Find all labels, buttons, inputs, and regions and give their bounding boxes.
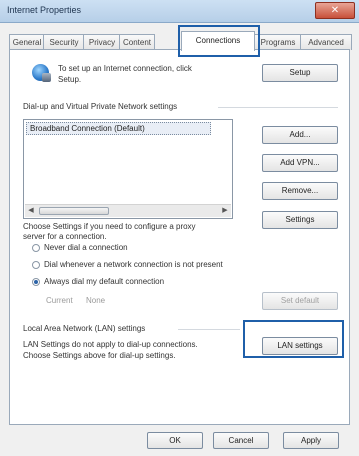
remove-button[interactable]: Remove... (262, 182, 338, 200)
list-item[interactable]: Broadband Connection (Default) (26, 122, 211, 135)
lan-text-2: Choose Settings above for dial-up settin… (23, 351, 176, 360)
setup-button[interactable]: Setup (262, 64, 338, 82)
tab-privacy[interactable]: Privacy (83, 34, 121, 50)
current-label: Current (46, 296, 73, 305)
current-value: None (86, 296, 106, 305)
tab-programs[interactable]: Programs (254, 34, 302, 50)
group-divider (178, 329, 240, 330)
ok-button[interactable]: OK (147, 432, 203, 449)
radio-dial-when-no-network[interactable] (32, 261, 40, 269)
radio-always-dial[interactable] (32, 278, 40, 286)
setup-text-2: Setup. (58, 75, 82, 84)
radio-never-dial-label: Never dial a connection (44, 243, 128, 252)
setup-text: To set up an Internet connection, click (58, 64, 192, 73)
tab-advanced[interactable]: Advanced (300, 34, 352, 50)
radio-never-dial[interactable] (32, 244, 40, 252)
cancel-button[interactable]: Cancel (213, 432, 269, 449)
settings-hint: Choose Settings if you need to configure… (23, 222, 196, 231)
set-default-button[interactable]: Set default (262, 292, 338, 310)
horizontal-scrollbar[interactable]: ◀ ▶ (25, 204, 231, 217)
title-bar: Internet Properties ✕ (0, 0, 359, 23)
lan-text: LAN Settings do not apply to dial-up con… (23, 340, 198, 349)
scroll-right-icon[interactable]: ▶ (219, 205, 231, 217)
add-vpn-button[interactable]: Add VPN... (262, 154, 338, 172)
scroll-left-icon[interactable]: ◀ (25, 205, 37, 217)
radio-dial-when-no-network-label: Dial whenever a network connection is no… (44, 260, 223, 269)
add-button[interactable]: Add... (262, 126, 338, 144)
connections-tab-highlight (178, 25, 260, 57)
connections-panel: To set up an Internet connection, click … (9, 49, 350, 425)
close-button[interactable]: ✕ (315, 2, 355, 19)
wrench-icon (42, 73, 51, 82)
radio-always-dial-label: Always dial my default connection (44, 277, 165, 286)
settings-button[interactable]: Settings (262, 211, 338, 229)
tab-content[interactable]: Content (119, 34, 155, 50)
globe-icon (32, 64, 51, 82)
scroll-thumb[interactable] (39, 207, 109, 215)
apply-button[interactable]: Apply (283, 432, 339, 449)
lan-settings-highlight (243, 320, 344, 358)
dialup-group-label: Dial-up and Virtual Private Network sett… (23, 102, 178, 111)
tab-general[interactable]: General (9, 34, 45, 50)
tab-security[interactable]: Security (43, 34, 85, 50)
connection-list[interactable]: Broadband Connection (Default) ◀ ▶ (23, 119, 233, 219)
window-title: Internet Properties (7, 5, 82, 15)
group-divider (218, 107, 338, 108)
lan-group-label: Local Area Network (LAN) settings (23, 324, 146, 333)
settings-hint-2: server for a connection. (23, 232, 107, 241)
